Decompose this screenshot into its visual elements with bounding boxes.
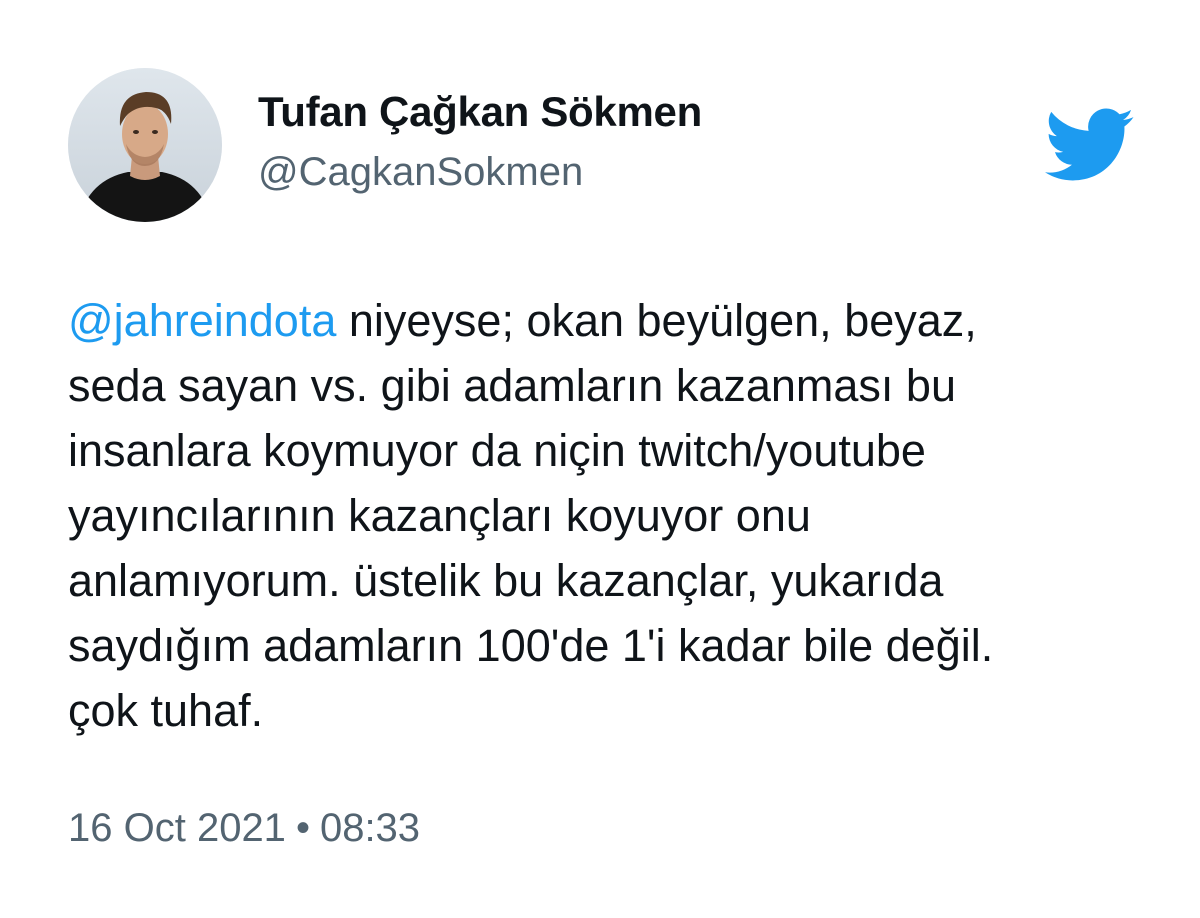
tweet-line: çok tuhaf. <box>68 685 264 736</box>
tweet-line: insanlara koymuyor da niçin twitch/youtu… <box>68 425 926 476</box>
tweet-line: anlamıyorum. üstelik bu kazançlar, yukar… <box>68 555 944 606</box>
tweet-time: 08:33 <box>319 806 421 850</box>
tweet-timestamp[interactable]: 16 Oct 2021 • 08:33 <box>68 806 420 851</box>
tweet-text: @jahreindota niyeyse; okan beyülgen, bey… <box>68 288 1138 743</box>
avatar-photo <box>68 68 222 222</box>
tweet-card: Tufan Çağkan Sökmen @CagkanSokmen @jahre… <box>0 0 1200 918</box>
tweet-line-1-text: niyeyse; okan beyülgen, beyaz, <box>336 295 977 346</box>
meta-separator: • <box>295 806 310 850</box>
tweet-line: saydığım adamların 100'de 1'i kadar bile… <box>68 620 994 671</box>
author-handle[interactable]: @CagkanSokmen <box>258 150 583 195</box>
tweet-line: seda sayan vs. gibi adamların kazanması … <box>68 360 956 411</box>
tweet-line: @jahreindota niyeyse; okan beyülgen, bey… <box>68 288 1138 353</box>
author-display-name[interactable]: Tufan Çağkan Sökmen <box>258 88 702 136</box>
mention-link[interactable]: @jahreindota <box>68 295 336 346</box>
twitter-bird-svg <box>1045 108 1134 181</box>
twitter-bird-icon <box>1045 108 1135 182</box>
tweet-date: 16 Oct 2021 <box>68 806 286 850</box>
tweet-line: yayıncılarının kazançları koyuyor onu <box>68 490 811 541</box>
avatar[interactable] <box>68 68 222 222</box>
